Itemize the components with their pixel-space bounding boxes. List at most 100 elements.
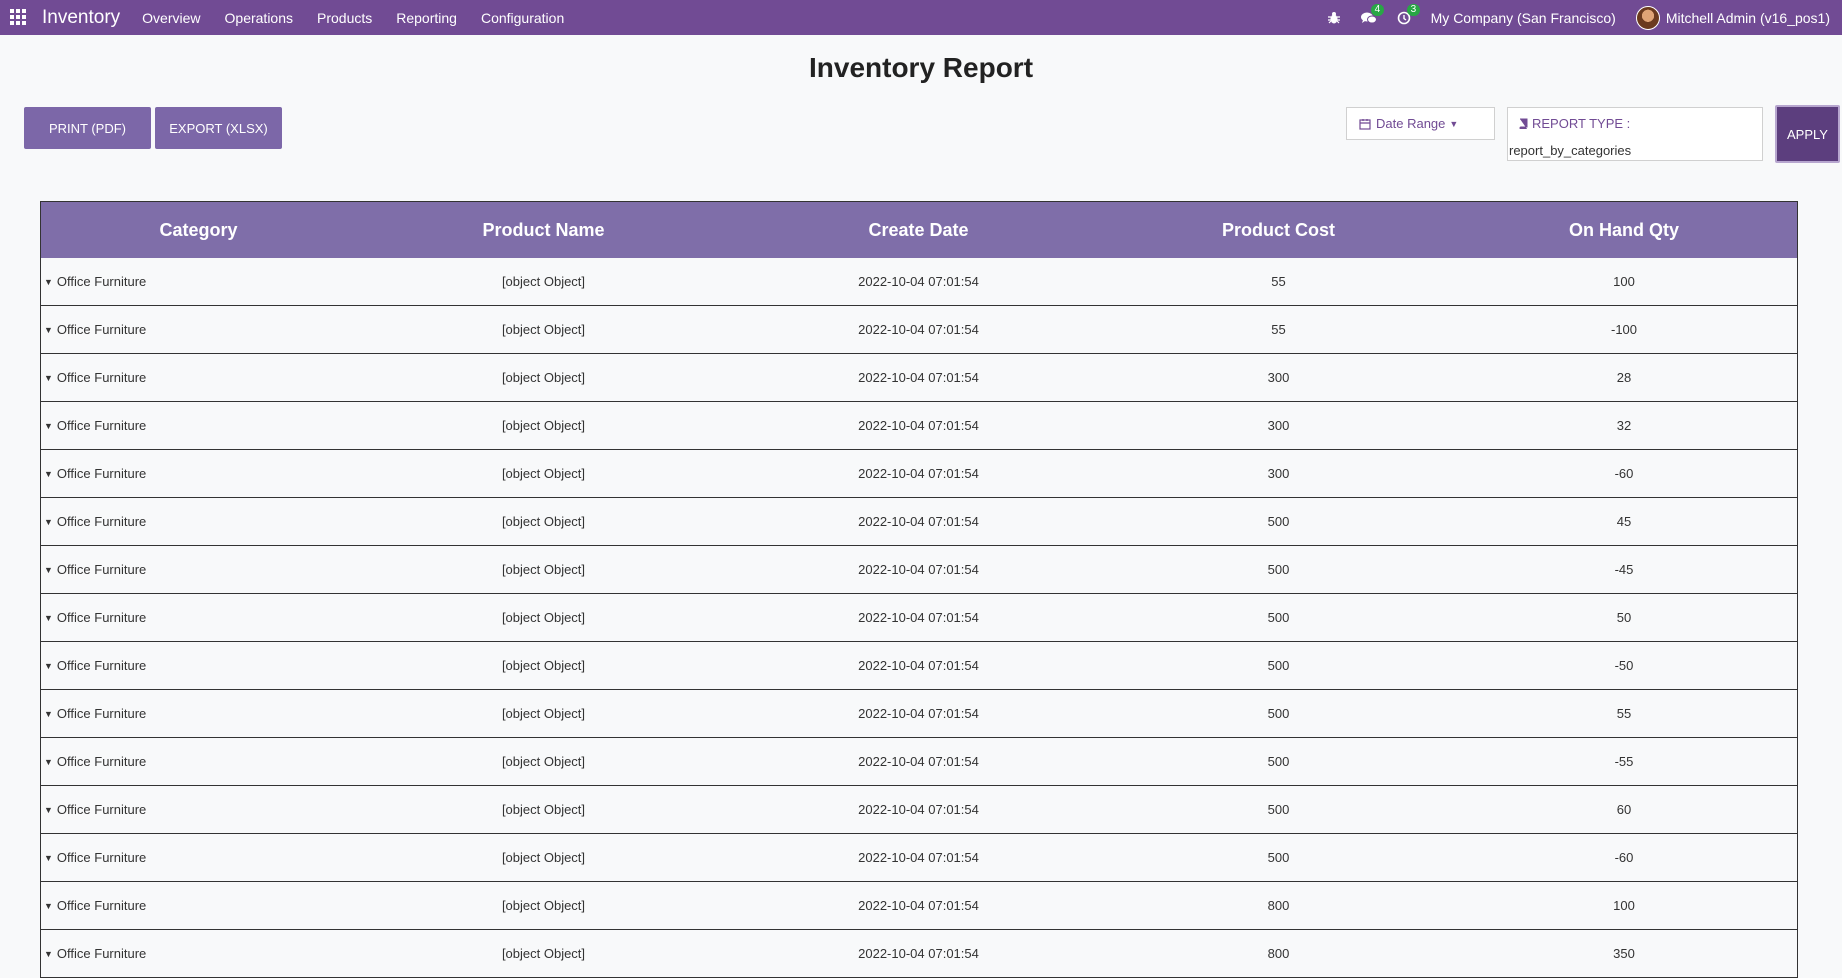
cell-category: ▼ Office Furniture <box>41 881 356 930</box>
company-switcher[interactable]: My Company (San Francisco) <box>1431 10 1616 26</box>
date-range-dropdown[interactable]: Date Range ▼ <box>1346 107 1495 140</box>
menu-products[interactable]: Products <box>317 10 372 26</box>
export-xlsx-button[interactable]: EXPORT (XLSX) <box>155 107 282 149</box>
cell-create-date: 2022-10-04 07:01:54 <box>731 785 1106 834</box>
category-label: Office Furniture <box>56 466 147 481</box>
print-pdf-button[interactable]: PRINT (PDF) <box>24 107 151 149</box>
activities-badge: 3 <box>1406 3 1421 16</box>
caret-down-icon[interactable]: ▼ <box>44 853 53 863</box>
cell-category: ▼ Office Furniture <box>41 305 356 354</box>
table-row[interactable]: ▼ Office Furniture [object Object] 2022-10-… <box>41 497 1797 546</box>
table-row[interactable]: ▼ Office Furniture [object Object] 2022-10-… <box>41 785 1797 834</box>
cell-on-hand-qty: 100 <box>1451 881 1797 930</box>
cell-product-cost: 300 <box>1106 353 1451 402</box>
cell-on-hand-qty: 28 <box>1451 353 1797 402</box>
report-table-container: Category Product Name Create Date Produc… <box>40 201 1798 978</box>
table-row[interactable]: ▼ Office Furniture [object Object] 2022-10-… <box>41 641 1797 690</box>
category-label: Office Furniture <box>56 706 147 721</box>
table-body: ▼ Office Furniture [object Object] 2022-10-… <box>41 258 1797 978</box>
caret-down-icon[interactable]: ▼ <box>44 277 53 287</box>
apply-button[interactable]: APPLY <box>1775 105 1840 163</box>
messages-icon[interactable]: 4 <box>1360 3 1385 25</box>
cell-product-name: [object Object] <box>356 881 731 930</box>
table-row[interactable]: ▼ Office Furniture [object Object] 2022-10-… <box>41 881 1797 930</box>
caret-down-icon[interactable]: ▼ <box>44 469 53 479</box>
cell-product-name: [object Object] <box>356 641 731 690</box>
cell-product-name: [object Object] <box>356 305 731 354</box>
cell-product-name: [object Object] <box>356 833 731 882</box>
caret-down-icon[interactable]: ▼ <box>44 757 53 767</box>
cell-product-cost: 800 <box>1106 881 1451 930</box>
cell-product-name: [object Object] <box>356 545 731 594</box>
table-row[interactable]: ▼ Office Furniture [object Object] 2022-10-… <box>41 929 1797 978</box>
table-row[interactable]: ▼ Office Furniture [object Object] 2022-10-… <box>41 545 1797 594</box>
cell-product-cost: 500 <box>1106 689 1451 738</box>
table-row[interactable]: ▼ Office Furniture [object Object] 2022-10-… <box>41 305 1797 354</box>
cell-product-name: [object Object] <box>356 929 731 978</box>
app-brand[interactable]: Inventory <box>42 7 120 29</box>
table-row[interactable]: ▼ Office Furniture [object Object] 2022-10-… <box>41 353 1797 402</box>
cell-create-date: 2022-10-04 07:01:54 <box>731 401 1106 450</box>
cell-on-hand-qty: -45 <box>1451 545 1797 594</box>
activity-clock-icon[interactable]: 3 <box>1397 3 1421 25</box>
caret-down-icon[interactable]: ▼ <box>44 565 53 575</box>
avatar <box>1635 5 1660 30</box>
category-label: Office Furniture <box>56 946 147 961</box>
bug-icon[interactable] <box>1327 11 1341 25</box>
caret-down-icon[interactable]: ▼ <box>44 709 53 719</box>
cell-product-name: [object Object] <box>356 258 731 306</box>
menu-configuration[interactable]: Configuration <box>481 10 564 26</box>
table-row[interactable]: ▼ Office Furniture [object Object] 2022-10-… <box>41 401 1797 450</box>
table-row[interactable]: ▼ Office Furniture [object Object] 2022-10-… <box>41 449 1797 498</box>
apps-grid-icon[interactable] <box>10 8 28 27</box>
cell-product-cost: 500 <box>1106 785 1451 834</box>
menu-reporting[interactable]: Reporting <box>396 10 457 26</box>
cell-create-date: 2022-10-04 07:01:54 <box>731 497 1106 546</box>
table-row[interactable]: ▼ Office Furniture [object Object] 2022-10-… <box>41 737 1797 786</box>
category-label: Office Furniture <box>56 802 147 817</box>
caret-down-icon[interactable]: ▼ <box>44 949 53 959</box>
cell-category: ▼ Office Furniture <box>41 258 356 306</box>
menu-overview[interactable]: Overview <box>142 10 200 26</box>
caret-down-icon[interactable]: ▼ <box>44 613 53 623</box>
caret-down-icon[interactable]: ▼ <box>44 421 53 431</box>
table-row[interactable]: ▼ Office Furniture [object Object] 2022-10-… <box>41 258 1797 306</box>
table-row[interactable]: ▼ Office Furniture [object Object] 2022-10-… <box>41 833 1797 882</box>
table-row[interactable]: ▼ Office Furniture [object Object] 2022-10-… <box>41 689 1797 738</box>
cell-product-cost: 500 <box>1106 641 1451 690</box>
caret-down-icon[interactable]: ▼ <box>44 325 53 335</box>
cell-product-name: [object Object] <box>356 449 731 498</box>
date-range-label: Date Range <box>1376 116 1446 131</box>
report-type-select[interactable]: REPORT TYPE : report_by_categories <box>1507 107 1763 161</box>
cell-on-hand-qty: 60 <box>1451 785 1797 834</box>
cell-product-cost: 55 <box>1106 305 1451 354</box>
cell-on-hand-qty: 32 <box>1451 401 1797 450</box>
category-label: Office Furniture <box>56 562 147 577</box>
cell-product-cost: 500 <box>1106 833 1451 882</box>
cell-product-cost: 500 <box>1106 497 1451 546</box>
header-on-hand-qty: On Hand Qty <box>1451 202 1797 258</box>
report-type-label: REPORT TYPE : <box>1518 116 1639 131</box>
cell-product-name: [object Object] <box>356 353 731 402</box>
caret-down-icon[interactable]: ▼ <box>44 805 53 815</box>
table-row[interactable]: ▼ Office Furniture [object Object] 2022-10-… <box>41 593 1797 642</box>
caret-down-icon[interactable]: ▼ <box>44 373 53 383</box>
caret-down-icon[interactable]: ▼ <box>44 517 53 527</box>
cell-on-hand-qty: 100 <box>1451 258 1797 306</box>
page-title: Inventory Report <box>808 52 1034 83</box>
caret-down-icon[interactable]: ▼ <box>44 661 53 671</box>
cell-on-hand-qty: -60 <box>1451 833 1797 882</box>
category-label: Office Furniture <box>56 322 147 337</box>
top-navbar: Inventory Overview Operations Products R… <box>0 0 1842 35</box>
cell-product-cost: 300 <box>1106 401 1451 450</box>
caret-down-icon[interactable]: ▼ <box>44 901 53 911</box>
cell-create-date: 2022-10-04 07:01:54 <box>731 833 1106 882</box>
cell-product-name: [object Object] <box>356 737 731 786</box>
cell-product-cost: 800 <box>1106 929 1451 978</box>
category-label: Office Furniture <box>56 610 147 625</box>
cell-on-hand-qty: -100 <box>1451 305 1797 354</box>
header-product-name: Product Name <box>356 202 731 258</box>
menu-operations[interactable]: Operations <box>225 10 293 26</box>
cell-on-hand-qty: 350 <box>1451 929 1797 978</box>
user-menu[interactable]: Mitchell Admin (v16_pos1) <box>1635 5 1830 30</box>
